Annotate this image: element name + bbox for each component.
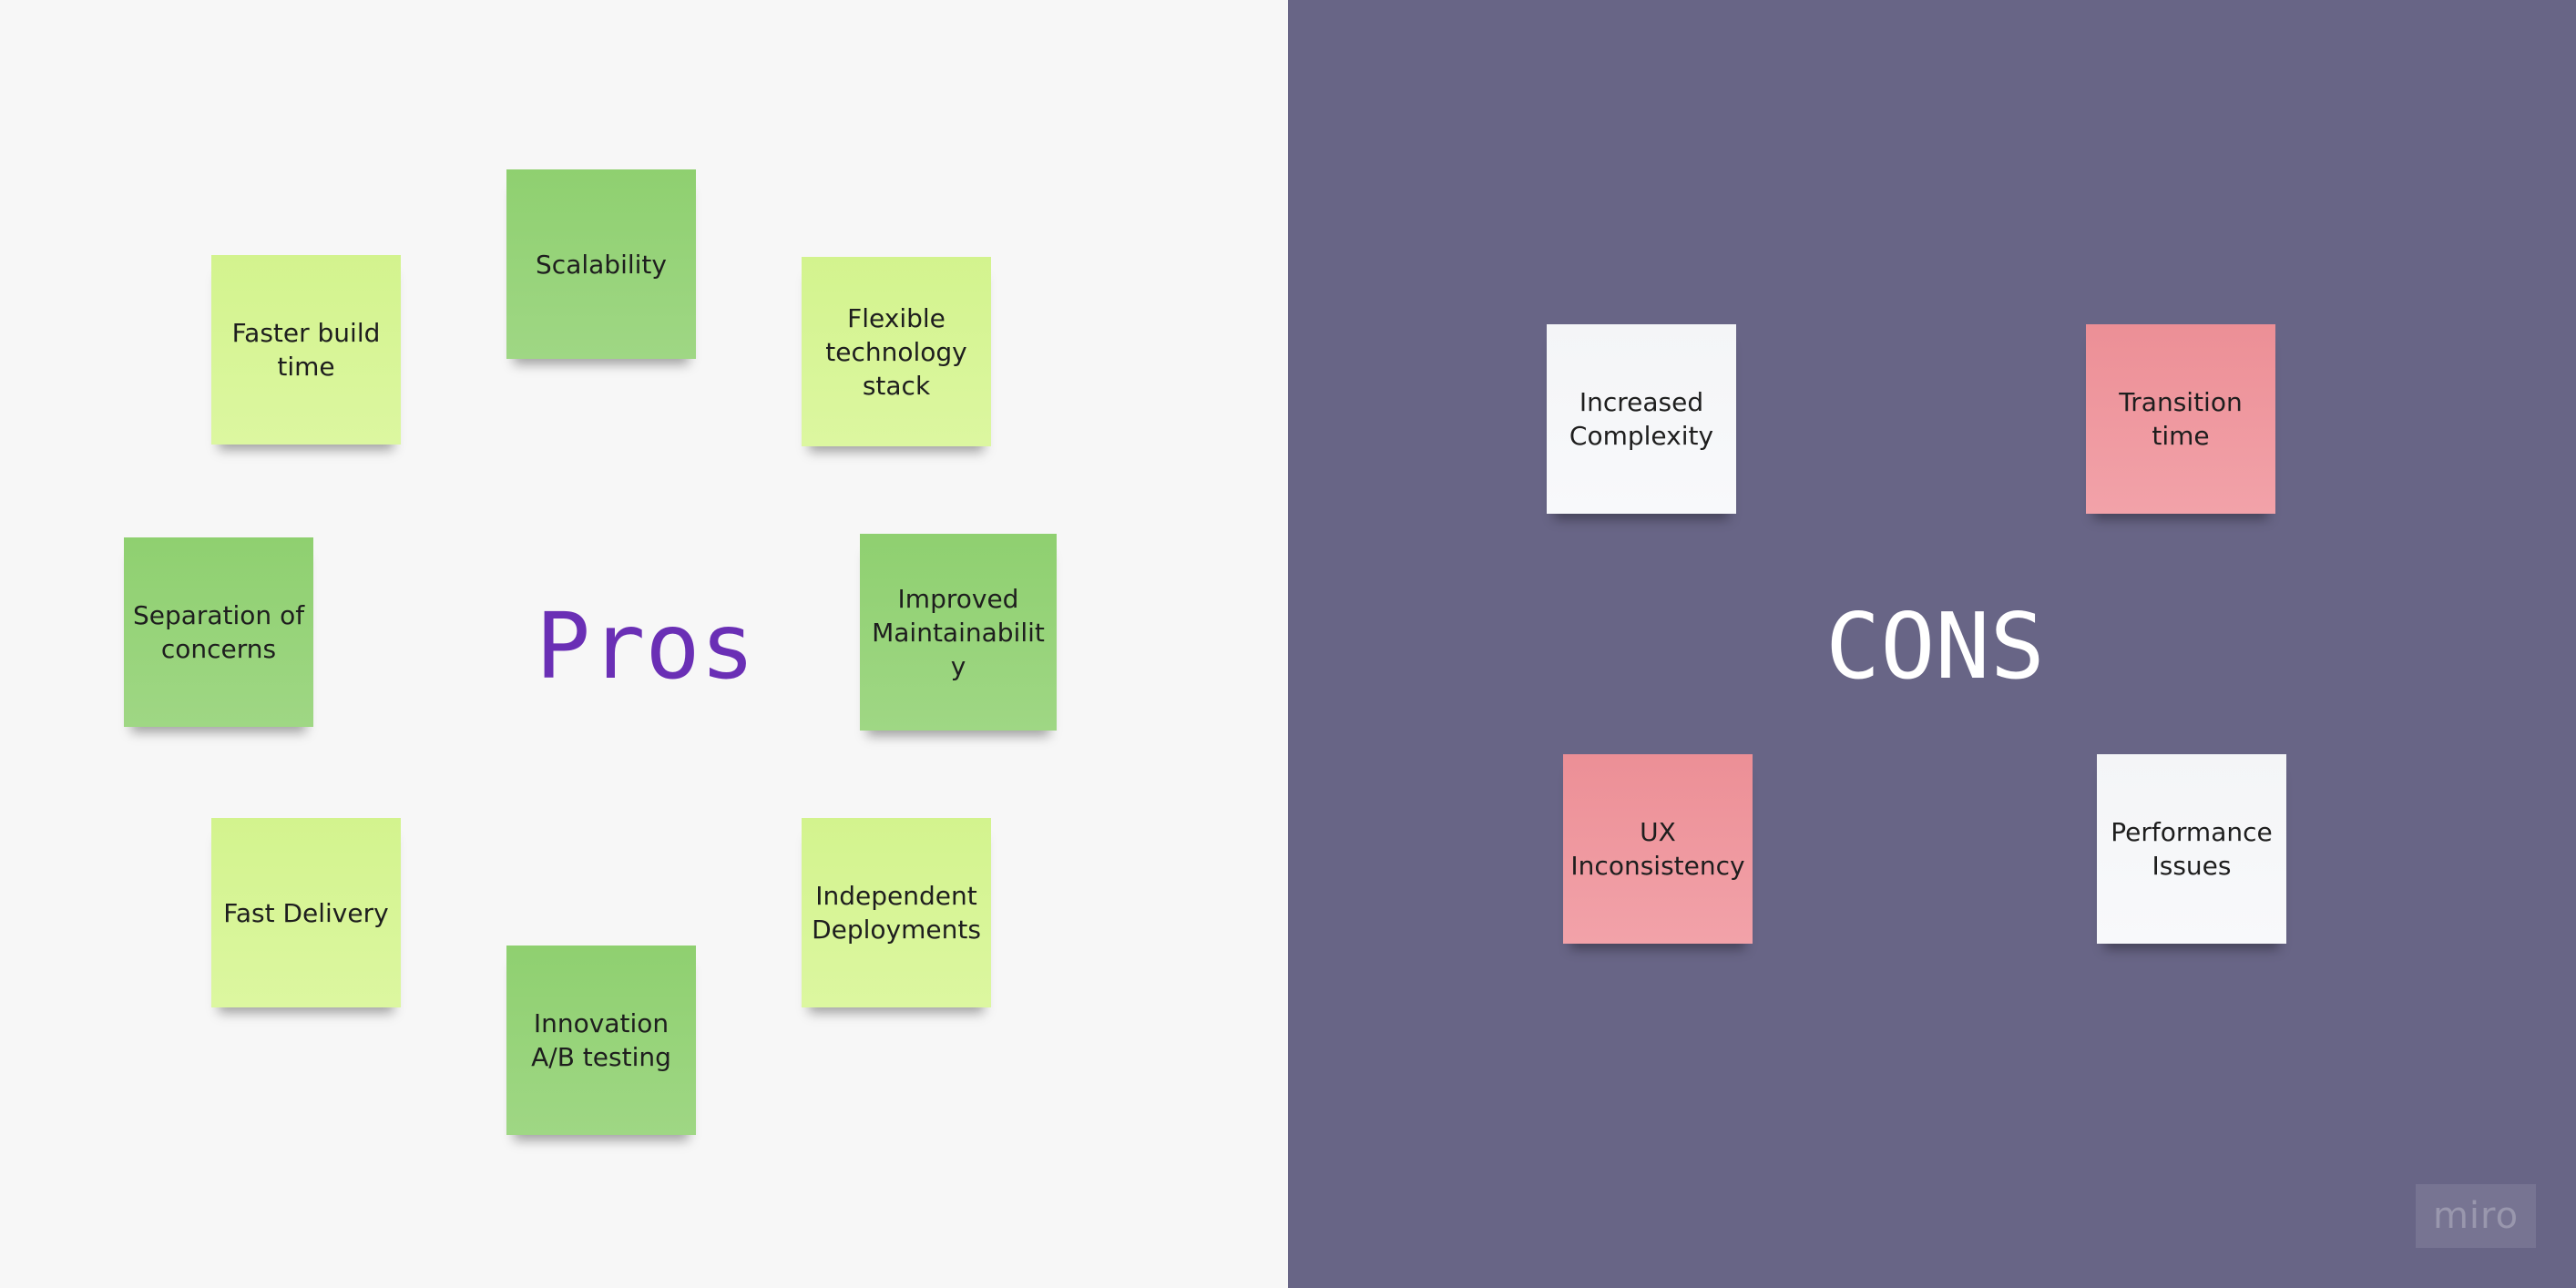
sticky-note-text: Separation of concerns	[132, 600, 305, 664]
sticky-note-improved-maintainability[interactable]: Improved Maintainability	[860, 534, 1057, 731]
sticky-note-text: Improved Maintainability	[872, 583, 1045, 681]
sticky-note-text: Increased Complexity	[1569, 387, 1714, 451]
miro-logo: miro	[2416, 1184, 2536, 1248]
sticky-note-transition-time[interactable]: Transition time	[2086, 324, 2275, 514]
sticky-note-text: Performance Issues	[2111, 817, 2273, 881]
sticky-note-flexible-technology-stack[interactable]: Flexible technology stack	[802, 257, 991, 446]
sticky-note-text: Innovation A/B testing	[531, 1008, 671, 1072]
sticky-note-text: Independent Deployments	[812, 881, 981, 945]
sticky-note-text: Flexible technology stack	[825, 302, 967, 401]
pros-heading[interactable]: Pros	[536, 601, 755, 692]
cons-heading[interactable]: CONS	[1825, 601, 2045, 692]
sticky-note-increased-complexity[interactable]: Increased Complexity	[1547, 324, 1736, 514]
sticky-note-ux-inconsistency[interactable]: UX Inconsistency	[1563, 754, 1753, 944]
sticky-note-text: Transition time	[2119, 387, 2243, 451]
sticky-note-innovation-ab-testing[interactable]: Innovation A/B testing	[506, 946, 696, 1135]
sticky-note-independent-deployments[interactable]: Independent Deployments	[802, 818, 991, 1007]
sticky-note-fast-delivery[interactable]: Fast Delivery	[211, 818, 401, 1007]
sticky-note-text: Fast Delivery	[223, 897, 389, 928]
sticky-note-text: Faster build time	[231, 318, 381, 382]
sticky-note-scalability[interactable]: Scalability	[506, 169, 696, 359]
sticky-note-text: UX Inconsistency	[1570, 817, 1745, 881]
sticky-note-separation-of-concerns[interactable]: Separation of concerns	[124, 537, 313, 727]
sticky-note-faster-build-time[interactable]: Faster build time	[211, 255, 401, 445]
sticky-note-text: Scalability	[536, 249, 667, 280]
sticky-note-performance-issues[interactable]: Performance Issues	[2097, 754, 2286, 944]
